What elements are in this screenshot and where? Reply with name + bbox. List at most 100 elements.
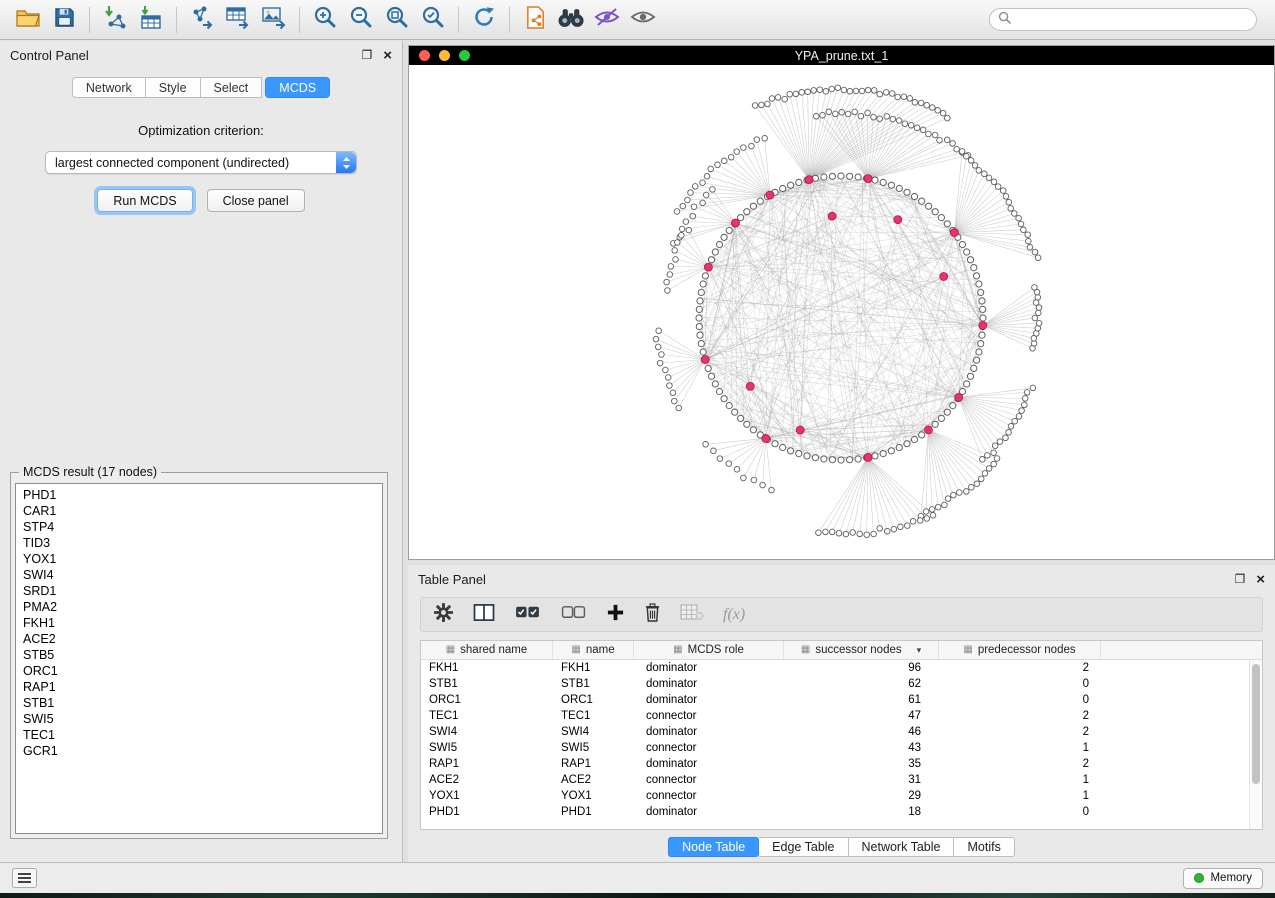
- function-builder-button[interactable]: f(x): [723, 606, 745, 624]
- delete-table-button[interactable]: [680, 603, 704, 626]
- run-mcds-button[interactable]: Run MCDS: [97, 189, 192, 212]
- zoom-selected-button[interactable]: [415, 4, 451, 36]
- deselect-all-button[interactable]: [560, 603, 587, 627]
- delete-column-button[interactable]: [644, 602, 661, 628]
- tab-mcds[interactable]: MCDS: [265, 77, 330, 98]
- mcds-result-item[interactable]: YOX1: [16, 551, 382, 567]
- mcds-result-item[interactable]: FKH1: [16, 615, 382, 631]
- mcds-result-item[interactable]: CAR1: [16, 503, 382, 519]
- mcds-result-item[interactable]: SWI4: [16, 567, 382, 583]
- table-cell: 0: [939, 692, 1101, 708]
- import-network-button[interactable]: [97, 4, 133, 36]
- tab-style[interactable]: Style: [146, 77, 201, 98]
- close-panel-icon[interactable]: ×: [1256, 572, 1265, 587]
- tab-node-table[interactable]: Node Table: [668, 837, 759, 857]
- hide-elements-button[interactable]: [589, 4, 625, 36]
- table-scrollbar[interactable]: [1249, 660, 1262, 829]
- trash-icon: [644, 602, 661, 628]
- mcds-result-item[interactable]: ORC1: [16, 663, 382, 679]
- select-all-button[interactable]: [514, 603, 541, 627]
- sort-arrow-icon[interactable]: ▾: [917, 645, 922, 656]
- table-row[interactable]: ACE2ACE2connector311: [421, 772, 1262, 788]
- search-network-button[interactable]: [553, 4, 589, 36]
- table-row[interactable]: ORC1ORC1dominator610: [421, 692, 1262, 708]
- criterion-dropdown[interactable]: largest connected component (undirected): [45, 151, 357, 174]
- maximize-window-button[interactable]: [459, 50, 470, 61]
- close-window-button[interactable]: [419, 50, 430, 61]
- mcds-result-item[interactable]: SWI5: [16, 711, 382, 727]
- mcds-result-item[interactable]: STB1: [16, 695, 382, 711]
- import-table-button[interactable]: [133, 4, 169, 36]
- table-row[interactable]: YOX1YOX1connector291: [421, 788, 1262, 804]
- zoom-out-button[interactable]: [343, 4, 379, 36]
- column-header-MCDS-role[interactable]: ▦MCDS role: [634, 641, 784, 659]
- table-cell: 1: [939, 740, 1101, 756]
- share-network-button[interactable]: [517, 4, 553, 36]
- network-canvas[interactable]: [409, 65, 1274, 559]
- tab-motifs[interactable]: Motifs: [954, 837, 1014, 857]
- mcds-result-item[interactable]: RAP1: [16, 679, 382, 695]
- minimize-window-button[interactable]: [439, 50, 450, 61]
- open-file-button[interactable]: [10, 4, 46, 36]
- add-column-button[interactable]: [606, 603, 625, 627]
- table-row[interactable]: PHD1PHD1dominator180: [421, 804, 1262, 820]
- preview-button[interactable]: [625, 4, 661, 36]
- control-tabbar: NetworkStyleSelectMCDS: [0, 69, 402, 98]
- column-header-successor-nodes[interactable]: ▦successor nodes▾: [784, 641, 939, 659]
- network-titlebar[interactable]: YPA_prune.txt_1: [409, 46, 1274, 65]
- table-cell: 43: [784, 740, 939, 756]
- table-cell: [1101, 756, 1262, 772]
- mcds-result-item[interactable]: ACE2: [16, 631, 382, 647]
- refresh-layout-button[interactable]: [466, 4, 502, 36]
- mcds-result-item[interactable]: STB5: [16, 647, 382, 663]
- close-panel-icon[interactable]: ×: [383, 48, 392, 63]
- dropdown-stepper-icon[interactable]: [336, 152, 356, 173]
- mcds-result-list[interactable]: PHD1CAR1STP4TID3YOX1SWI4SRD1PMA2FKH1ACE2…: [15, 483, 383, 834]
- refresh-layout-icon: [471, 4, 497, 35]
- column-header-shared-name[interactable]: ▦shared name: [421, 641, 553, 659]
- mcds-result-item[interactable]: TID3: [16, 535, 382, 551]
- table-grid-icon: ▦: [446, 645, 455, 655]
- table-cell: 2: [939, 756, 1101, 772]
- export-network-button[interactable]: [184, 4, 220, 36]
- table-row[interactable]: FKH1FKH1dominator962: [421, 660, 1262, 676]
- save-session-button[interactable]: [46, 4, 82, 36]
- status-menu-button[interactable]: [12, 868, 37, 888]
- mcds-result-item[interactable]: STP4: [16, 519, 382, 535]
- table-row[interactable]: RAP1RAP1dominator352: [421, 756, 1262, 772]
- tab-network[interactable]: Network: [72, 77, 146, 98]
- mcds-result-item[interactable]: GCR1: [16, 743, 382, 759]
- show-columns-button[interactable]: [473, 603, 495, 627]
- table-cell: 0: [939, 804, 1101, 820]
- table-row[interactable]: SWI4SWI4dominator462: [421, 724, 1262, 740]
- tab-edge-table[interactable]: Edge Table: [759, 837, 848, 857]
- zoom-in-button[interactable]: [307, 4, 343, 36]
- table-row[interactable]: SWI5SWI5connector431: [421, 740, 1262, 756]
- tab-network-table[interactable]: Network Table: [849, 837, 955, 857]
- scrollbar-thumb[interactable]: [1252, 664, 1260, 784]
- network-graph[interactable]: [409, 65, 1274, 559]
- mcds-result-item[interactable]: TEC1: [16, 727, 382, 743]
- memory-button[interactable]: Memory: [1183, 868, 1263, 889]
- column-header-name[interactable]: ▦name: [553, 641, 634, 659]
- close-panel-button[interactable]: Close panel: [207, 189, 305, 212]
- export-image-button[interactable]: [256, 4, 292, 36]
- zoom-fit-button[interactable]: [379, 4, 415, 36]
- table-cell: [1101, 660, 1262, 676]
- float-panel-icon[interactable]: ❐: [1234, 573, 1245, 585]
- column-header-predecessor-nodes[interactable]: ▦predecessor nodes: [939, 641, 1101, 659]
- float-panel-icon[interactable]: ❐: [361, 49, 372, 61]
- table-cell: [1101, 676, 1262, 692]
- table-settings-button[interactable]: [433, 602, 454, 628]
- tab-select[interactable]: Select: [201, 77, 263, 98]
- table-row[interactable]: TEC1TEC1connector472: [421, 708, 1262, 724]
- table-cell: 31: [784, 772, 939, 788]
- global-search-field[interactable]: [989, 8, 1257, 31]
- mcds-result-item[interactable]: PHD1: [16, 487, 382, 503]
- mcds-result-item[interactable]: SRD1: [16, 583, 382, 599]
- search-input[interactable]: [1017, 13, 1248, 27]
- table-cell: dominator: [634, 804, 784, 820]
- mcds-result-item[interactable]: PMA2: [16, 599, 382, 615]
- export-table-button[interactable]: [220, 4, 256, 36]
- table-row[interactable]: STB1STB1dominator620: [421, 676, 1262, 692]
